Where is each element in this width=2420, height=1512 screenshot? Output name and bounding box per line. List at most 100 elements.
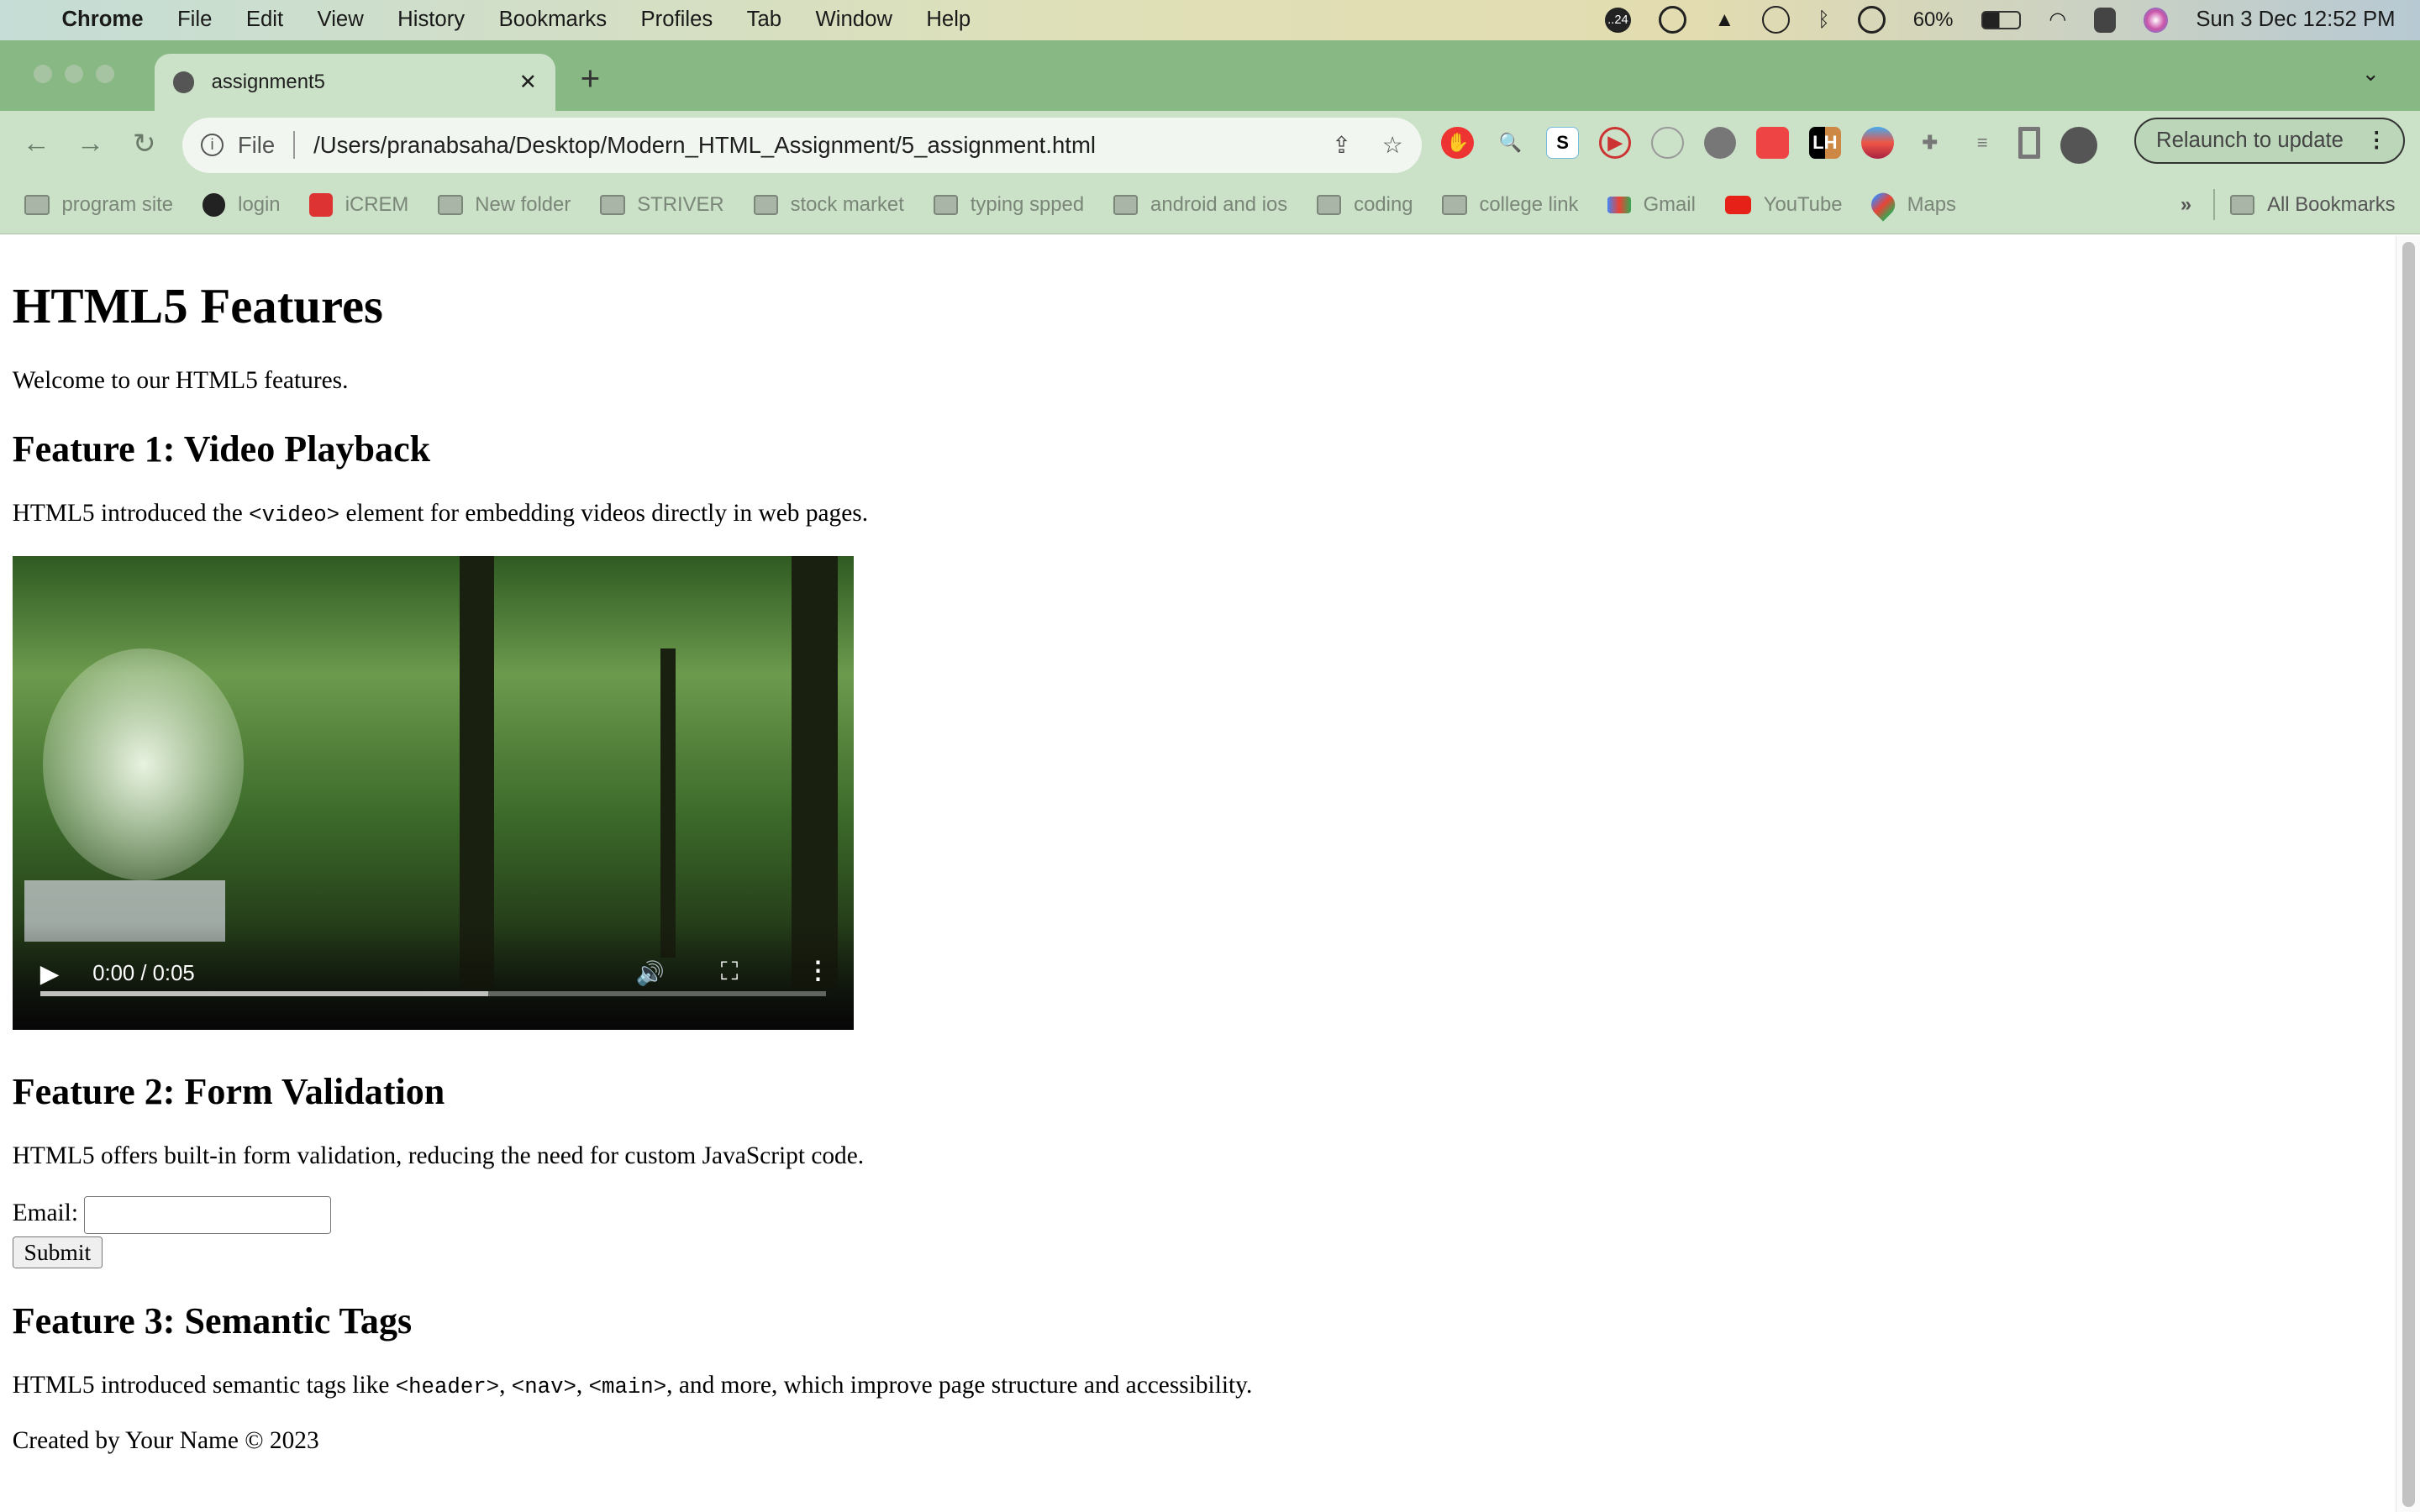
page-scrollbar[interactable] bbox=[2395, 236, 2420, 1512]
grammarly-icon[interactable] bbox=[1659, 6, 1687, 34]
email-form: Email: Submit bbox=[12, 1196, 2383, 1268]
folder-icon bbox=[600, 194, 625, 215]
user-icon[interactable] bbox=[1857, 6, 1886, 34]
more-options-icon[interactable]: ⋮ bbox=[806, 956, 830, 985]
email-input[interactable] bbox=[84, 1196, 332, 1234]
wifi-icon[interactable]: ◠ bbox=[2049, 8, 2066, 32]
scrollbar-thumb[interactable] bbox=[2402, 242, 2415, 1508]
siri-icon[interactable] bbox=[2143, 8, 2169, 33]
menu-edit[interactable]: Edit bbox=[246, 8, 283, 32]
feature-3-heading: Feature 3: Semantic Tags bbox=[12, 1299, 413, 1341]
play-status-icon[interactable] bbox=[1762, 6, 1791, 34]
menu-profiles[interactable]: Profiles bbox=[641, 8, 713, 32]
browser-toolbar: ← → ↻ i File /Users/pranabsaha/Desktop/M… bbox=[0, 111, 2420, 176]
bookmarks-bar: program site login iCREM New folder STRI… bbox=[0, 176, 2420, 235]
text: element for embedding videos directly in… bbox=[339, 500, 869, 528]
control-center-icon[interactable] bbox=[2094, 8, 2116, 33]
bookmark-maps[interactable]: Maps bbox=[1866, 188, 1956, 222]
tab-search-chevron-icon[interactable]: ⌄ bbox=[2362, 61, 2381, 87]
close-window-button[interactable] bbox=[34, 65, 53, 84]
status-badge-icon[interactable]: ..24 bbox=[1604, 7, 1632, 34]
adblock-extension-icon[interactable]: ✋ bbox=[1441, 126, 1475, 160]
close-tab-icon[interactable]: ✕ bbox=[519, 70, 538, 95]
folder-icon bbox=[933, 194, 959, 215]
divider bbox=[2212, 189, 2215, 221]
scheme-label: File bbox=[237, 131, 276, 158]
menu-window[interactable]: Window bbox=[816, 8, 892, 32]
volume-icon[interactable]: 🔊 bbox=[636, 959, 665, 987]
video-seek-bar[interactable] bbox=[39, 991, 826, 996]
vlc-icon[interactable]: ▲ bbox=[1714, 8, 1734, 32]
tab-title: assignment5 bbox=[211, 71, 325, 94]
zoom-window-button[interactable] bbox=[95, 65, 114, 84]
bookmark-stock-market[interactable]: stock market bbox=[753, 193, 904, 217]
lh-extension-icon[interactable]: LH bbox=[1808, 126, 1842, 160]
menu-view[interactable]: View bbox=[318, 8, 364, 32]
relaunch-to-update-button[interactable]: Relaunch to update ⋮ bbox=[2134, 117, 2405, 164]
minimize-window-button[interactable] bbox=[65, 65, 84, 84]
bluetooth-icon[interactable]: ᛒ bbox=[1818, 8, 1829, 32]
monkey-extension-icon[interactable] bbox=[1703, 126, 1737, 160]
reload-button[interactable]: ↻ bbox=[118, 127, 171, 160]
share-icon[interactable]: ⇪ bbox=[1332, 132, 1351, 159]
all-bookmarks-button[interactable]: All Bookmarks bbox=[2230, 193, 2396, 217]
mac-menubar: Chrome File Edit View History Bookmarks … bbox=[0, 0, 2420, 40]
video-extension-icon[interactable]: ▶ bbox=[1598, 126, 1632, 160]
magnifier-extension-icon[interactable]: 🔍 bbox=[1494, 127, 1527, 160]
bookmark-college-link[interactable]: college link bbox=[1442, 193, 1578, 217]
bookmark-label: New folder bbox=[475, 192, 571, 216]
submit-button[interactable]: Submit bbox=[12, 1236, 103, 1268]
bookmark-coding[interactable]: coding bbox=[1317, 193, 1413, 217]
bookmark-icrem[interactable]: iCREM bbox=[309, 193, 408, 217]
back-button[interactable]: ← bbox=[9, 128, 63, 160]
address-bar[interactable]: i File /Users/pranabsaha/Desktop/Modern_… bbox=[182, 117, 1422, 173]
clock-extension-icon[interactable] bbox=[1756, 126, 1789, 160]
new-tab-button[interactable]: + bbox=[581, 59, 601, 98]
bookmark-program-site[interactable]: program site bbox=[24, 193, 173, 217]
menu-tab[interactable]: Tab bbox=[747, 8, 781, 32]
clock[interactable]: Sun 3 Dec 12:52 PM bbox=[2196, 8, 2395, 32]
menu-help[interactable]: Help bbox=[926, 8, 971, 32]
menu-dots-icon[interactable]: ⋮ bbox=[2366, 128, 2388, 153]
media-queue-icon[interactable]: ≡ bbox=[1966, 127, 1999, 160]
s-extension-icon[interactable]: S bbox=[1546, 126, 1579, 160]
fullscreen-icon[interactable]: ⛶ bbox=[721, 958, 739, 986]
menu-bookmarks[interactable]: Bookmarks bbox=[499, 8, 608, 32]
bookmark-star-icon[interactable]: ☆ bbox=[1382, 132, 1403, 159]
info-icon[interactable]: i bbox=[200, 133, 224, 157]
side-panel-icon[interactable] bbox=[2018, 126, 2040, 160]
menu-history[interactable]: History bbox=[397, 8, 465, 32]
bookmark-android-and-ios[interactable]: android and ios bbox=[1113, 193, 1287, 217]
relaunch-label: Relaunch to update bbox=[2156, 128, 2344, 152]
bookmark-label: Gmail bbox=[1643, 192, 1696, 216]
play-button[interactable]: ▶ bbox=[40, 959, 60, 989]
bookmark-label: login bbox=[238, 192, 281, 216]
profile-avatar[interactable] bbox=[2060, 126, 2097, 164]
video-time: 0:00 / 0:05 bbox=[92, 962, 195, 986]
tab-assignment5[interactable]: assignment5 ✕ bbox=[154, 54, 556, 112]
menu-app[interactable]: Chrome bbox=[61, 8, 143, 32]
url-text[interactable]: /Users/pranabsaha/Desktop/Modern_HTML_As… bbox=[313, 132, 1096, 159]
bookmark-striver[interactable]: STRIVER bbox=[600, 193, 724, 217]
folder-icon bbox=[1442, 194, 1467, 215]
bookmark-gmail[interactable]: Gmail bbox=[1607, 193, 1696, 217]
welcome-text: Welcome to our HTML5 features. bbox=[12, 367, 349, 395]
forward-button[interactable]: → bbox=[63, 128, 117, 160]
bookmark-label: iCREM bbox=[345, 192, 409, 216]
bookmark-login[interactable]: login bbox=[202, 192, 281, 217]
bookmark-new-folder[interactable]: New folder bbox=[438, 193, 571, 217]
menu-file[interactable]: File bbox=[177, 8, 212, 32]
timer-extension-icon[interactable] bbox=[1651, 126, 1684, 160]
puzzle-extensions-icon[interactable]: ✚ bbox=[1913, 127, 1946, 160]
bookmark-youtube[interactable]: YouTube bbox=[1724, 193, 1842, 217]
code: <main> bbox=[588, 1375, 667, 1400]
more-bookmarks-button[interactable]: » bbox=[2181, 193, 2191, 217]
battery-icon[interactable] bbox=[1981, 10, 2022, 29]
bookmark-typing-spped[interactable]: typing spped bbox=[933, 193, 1084, 217]
text: , bbox=[576, 1372, 589, 1399]
video-player[interactable]: ▶ 0:00 / 0:05 🔊 ⛶ ⋮ bbox=[12, 556, 854, 1031]
video-frame-sky bbox=[43, 648, 245, 880]
brain-extension-icon[interactable] bbox=[1860, 126, 1894, 160]
feature-2-text: HTML5 offers built-in form validation, r… bbox=[12, 1142, 865, 1170]
code: <video> bbox=[249, 503, 340, 528]
